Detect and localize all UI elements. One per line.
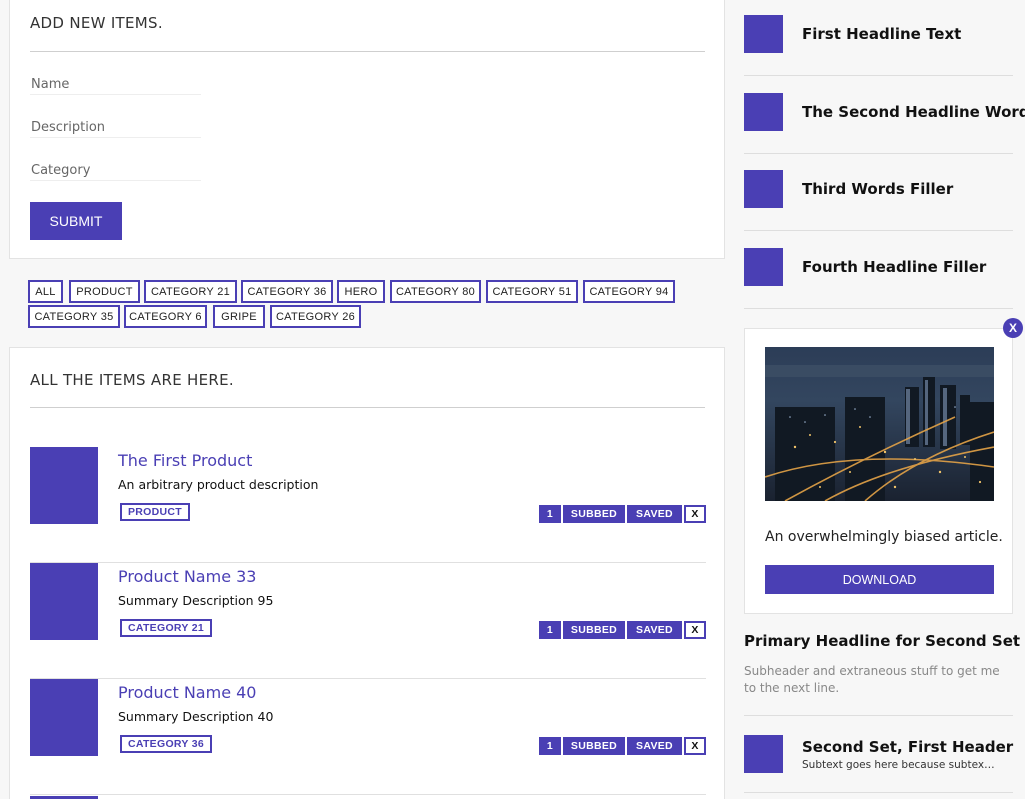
tag-filter[interactable]: CATEGORY 94	[583, 280, 675, 303]
list-item: Product Name 40 Summary Description 40 C…	[30, 679, 706, 795]
headline-thumbnail	[744, 15, 783, 53]
download-button[interactable]: DOWNLOAD	[765, 565, 994, 594]
list-item: The First Product An arbitrary product d…	[30, 447, 706, 563]
description-field[interactable]: Description	[30, 116, 201, 138]
city-image	[765, 347, 994, 501]
item-tag[interactable]: CATEGORY 36	[120, 735, 212, 753]
tag-filter[interactable]: CATEGORY 6	[124, 305, 207, 328]
headline-text: Fourth Headline Filler	[802, 258, 987, 276]
submit-button[interactable]: SUBMIT	[30, 202, 122, 240]
subbed-button[interactable]: SUBBED	[563, 505, 625, 523]
item-name-link[interactable]: Product Name 40	[118, 683, 256, 702]
divider	[744, 715, 1013, 716]
title-divider	[30, 51, 705, 52]
headline-item[interactable]: Third Words Filler	[744, 153, 1013, 231]
add-items-title: ADD NEW ITEMS.	[30, 14, 163, 32]
close-icon[interactable]: X	[1003, 318, 1023, 338]
remove-button[interactable]: X	[684, 505, 706, 523]
remove-button[interactable]: X	[684, 737, 706, 755]
item-description: Summary Description 95	[118, 593, 274, 608]
headline-item[interactable]: First Headline Text	[744, 0, 1013, 76]
title-divider	[30, 407, 705, 408]
saved-button[interactable]: SAVED	[627, 505, 682, 523]
item-tag[interactable]: CATEGORY 21	[120, 619, 212, 637]
headline-text: The Second Headline Words	[802, 103, 1025, 121]
tag-filter[interactable]: CATEGORY 35	[28, 305, 120, 328]
list-item: Product Name 33 Summary Description 95 C…	[30, 563, 706, 679]
items-panel: ALL THE ITEMS ARE HERE. The First Produc…	[9, 347, 725, 799]
tag-filter[interactable]: CATEGORY 21	[144, 280, 237, 303]
tag-filter[interactable]: PRODUCT	[69, 280, 140, 303]
count-badge[interactable]: 1	[539, 737, 561, 755]
tag-filter[interactable]: CATEGORY 26	[270, 305, 361, 328]
headline-text: Third Words Filler	[802, 180, 954, 198]
name-field[interactable]: Name	[30, 73, 201, 95]
subbed-button[interactable]: SUBBED	[563, 737, 625, 755]
tag-filter[interactable]: CATEGORY 36	[241, 280, 333, 303]
headline-thumbnail	[744, 170, 783, 208]
category-field[interactable]: Category	[30, 159, 201, 181]
description-field-placeholder: Description	[31, 120, 106, 135]
divider	[744, 792, 1013, 793]
item-name-link[interactable]: Product Name 33	[118, 567, 256, 586]
subbed-button[interactable]: SUBBED	[563, 621, 625, 639]
item-thumbnail	[30, 679, 98, 756]
tag-filter[interactable]: ALL	[28, 280, 63, 303]
add-items-panel: ADD NEW ITEMS. Name Description Category…	[9, 0, 725, 259]
remove-button[interactable]: X	[684, 621, 706, 639]
item-actions: 1 SUBBED SAVED X	[539, 737, 706, 755]
items-title: ALL THE ITEMS ARE HERE.	[30, 371, 234, 389]
category-field-placeholder: Category	[31, 163, 91, 178]
headline-text: First Headline Text	[802, 25, 962, 43]
item-actions: 1 SUBBED SAVED X	[539, 621, 706, 639]
tag-filter[interactable]: HERO	[337, 280, 385, 303]
saved-button[interactable]: SAVED	[627, 737, 682, 755]
tag-filter[interactable]: GRIPE	[213, 305, 265, 328]
headline-item[interactable]: Fourth Headline Filler	[744, 231, 1013, 309]
second-set-headline: Primary Headline for Second Set	[744, 632, 1021, 650]
ad-card: An overwhelmingly biased article. DOWNLO…	[744, 328, 1013, 614]
second-set-subheader: Subheader and extraneous stuff to get me…	[744, 664, 1000, 695]
item-description: Summary Description 40	[118, 709, 274, 724]
ad-text: An overwhelmingly biased article.	[765, 529, 1003, 545]
second-set-item-subtext: Subtext goes here because subtext is nee…	[802, 759, 997, 771]
tag-filter[interactable]: CATEGORY 80	[390, 280, 481, 303]
count-badge[interactable]: 1	[539, 505, 561, 523]
item-name-link[interactable]: The First Product	[118, 451, 252, 470]
headline-item[interactable]: The Second Headline Words	[744, 76, 1025, 154]
headline-thumbnail	[744, 735, 783, 773]
item-actions: 1 SUBBED SAVED X	[539, 505, 706, 523]
name-field-placeholder: Name	[31, 77, 70, 92]
item-thumbnail	[30, 563, 98, 640]
saved-button[interactable]: SAVED	[627, 621, 682, 639]
headline-thumbnail	[744, 93, 783, 131]
second-set-item-title[interactable]: Second Set, First Header	[802, 738, 1013, 756]
tag-filter[interactable]: CATEGORY 51	[486, 280, 578, 303]
item-description: An arbitrary product description	[118, 477, 319, 492]
item-tag[interactable]: PRODUCT	[120, 503, 190, 521]
item-thumbnail	[30, 447, 98, 524]
headline-thumbnail	[744, 248, 783, 286]
count-badge[interactable]: 1	[539, 621, 561, 639]
